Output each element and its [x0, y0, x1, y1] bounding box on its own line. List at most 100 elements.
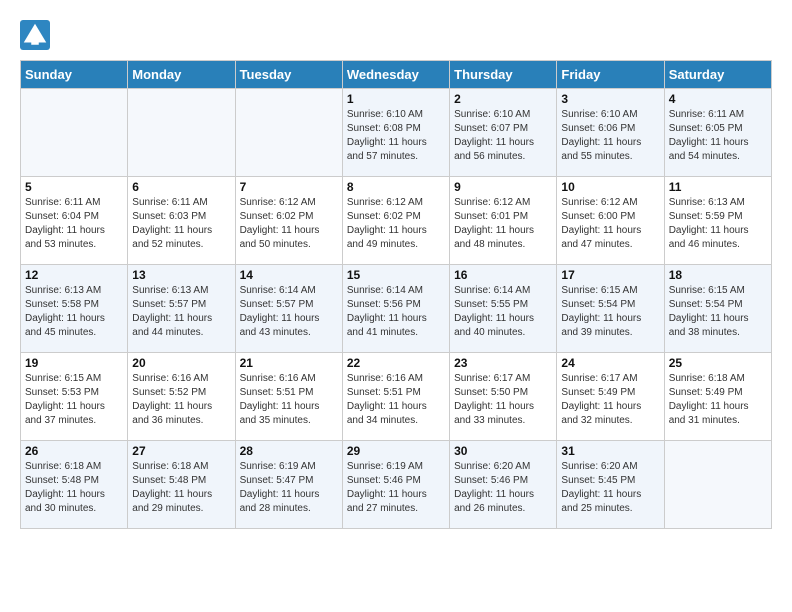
day-number: 12 — [25, 268, 123, 282]
calendar-day-cell: 3 Sunrise: 6:10 AM Sunset: 6:06 PM Daylig… — [557, 89, 664, 177]
day-of-week-header: Saturday — [664, 61, 771, 89]
day-number: 27 — [132, 444, 230, 458]
day-of-week-header: Thursday — [450, 61, 557, 89]
calendar-day-cell: 25Sunrise: 6:18 AM Sunset: 5:49 PM Dayli… — [664, 353, 771, 441]
day-of-week-header: Tuesday — [235, 61, 342, 89]
calendar-day-cell: 21Sunrise: 6:16 AM Sunset: 5:51 PM Dayli… — [235, 353, 342, 441]
day-number: 6 — [132, 180, 230, 194]
day-of-week-header: Sunday — [21, 61, 128, 89]
day-info: Sunrise: 6:12 AM Sunset: 6:00 PM Dayligh… — [561, 196, 659, 252]
calendar-day-cell: 28 Sunrise: 6:19 AM Sunset: 5:47 PM Dayli… — [235, 441, 342, 529]
calendar-day-cell: 14 Sunrise: 6:14 AM Sunset: 5:57 PM Dayli… — [235, 265, 342, 353]
calendar-day-cell: 6 Sunrise: 6:11 AM Sunset: 6:03 PM Daylig… — [128, 177, 235, 265]
day-info: Sunrise: 6:13 AM Sunset: 5:57 PM Dayligh… — [132, 284, 230, 340]
calendar-day-cell: 11 Sunrise: 6:13 AM Sunset: 5:59 PM Dayli… — [664, 177, 771, 265]
day-info: Sunrise: 6:18 AM Sunset: 5:48 PM Dayligh… — [25, 460, 123, 516]
day-info: Sunrise: 6:16 AM Sunset: 5:52 PM Dayligh… — [132, 372, 230, 428]
day-number: 23 — [454, 356, 552, 370]
calendar-week-row: 26 Sunrise: 6:18 AM Sunset: 5:48 PM Dayli… — [21, 441, 772, 529]
day-info: Sunrise: 6:18 AM Sunset: 5:49 PM Dayligh… — [669, 372, 767, 428]
calendar-day-cell: 8 Sunrise: 6:12 AM Sunset: 6:02 PM Daylig… — [342, 177, 449, 265]
calendar-day-cell: 31Sunrise: 6:20 AM Sunset: 5:45 PM Dayli… — [557, 441, 664, 529]
calendar-day-cell: 24Sunrise: 6:17 AM Sunset: 5:49 PM Dayli… — [557, 353, 664, 441]
day-info: Sunrise: 6:15 AM Sunset: 5:54 PM Dayligh… — [561, 284, 659, 340]
day-info: Sunrise: 6:11 AM Sunset: 6:03 PM Dayligh… — [132, 196, 230, 252]
day-number: 8 — [347, 180, 445, 194]
calendar-day-cell — [664, 441, 771, 529]
calendar-week-row: 19Sunrise: 6:15 AM Sunset: 5:53 PM Dayli… — [21, 353, 772, 441]
day-number: 2 — [454, 92, 552, 106]
calendar-day-cell: 17 Sunrise: 6:15 AM Sunset: 5:54 PM Dayli… — [557, 265, 664, 353]
day-number: 5 — [25, 180, 123, 194]
day-info: Sunrise: 6:14 AM Sunset: 5:55 PM Dayligh… — [454, 284, 552, 340]
calendar-day-cell: 12 Sunrise: 6:13 AM Sunset: 5:58 PM Dayli… — [21, 265, 128, 353]
logo-icon — [20, 20, 50, 50]
day-of-week-header: Wednesday — [342, 61, 449, 89]
day-number: 16 — [454, 268, 552, 282]
day-of-week-header: Friday — [557, 61, 664, 89]
day-number: 17 — [561, 268, 659, 282]
day-info: Sunrise: 6:10 AM Sunset: 6:08 PM Dayligh… — [347, 108, 445, 164]
calendar-day-cell — [21, 89, 128, 177]
day-info: Sunrise: 6:19 AM Sunset: 5:47 PM Dayligh… — [240, 460, 338, 516]
calendar-week-row: 5 Sunrise: 6:11 AM Sunset: 6:04 PM Daylig… — [21, 177, 772, 265]
logo — [20, 20, 54, 50]
day-info: Sunrise: 6:10 AM Sunset: 6:06 PM Dayligh… — [561, 108, 659, 164]
day-number: 10 — [561, 180, 659, 194]
day-number: 31 — [561, 444, 659, 458]
day-number: 11 — [669, 180, 767, 194]
calendar-day-cell: 1Sunrise: 6:10 AM Sunset: 6:08 PM Daylig… — [342, 89, 449, 177]
calendar-week-row: 1Sunrise: 6:10 AM Sunset: 6:08 PM Daylig… — [21, 89, 772, 177]
day-info: Sunrise: 6:12 AM Sunset: 6:01 PM Dayligh… — [454, 196, 552, 252]
day-number: 3 — [561, 92, 659, 106]
day-info: Sunrise: 6:13 AM Sunset: 5:59 PM Dayligh… — [669, 196, 767, 252]
day-info: Sunrise: 6:18 AM Sunset: 5:48 PM Dayligh… — [132, 460, 230, 516]
calendar-day-cell: 13 Sunrise: 6:13 AM Sunset: 5:57 PM Dayli… — [128, 265, 235, 353]
day-number: 28 — [240, 444, 338, 458]
calendar-day-cell: 19Sunrise: 6:15 AM Sunset: 5:53 PM Dayli… — [21, 353, 128, 441]
day-info: Sunrise: 6:17 AM Sunset: 5:49 PM Dayligh… — [561, 372, 659, 428]
day-number: 30 — [454, 444, 552, 458]
day-number: 15 — [347, 268, 445, 282]
calendar-day-cell: 15 Sunrise: 6:14 AM Sunset: 5:56 PM Dayli… — [342, 265, 449, 353]
day-number: 29 — [347, 444, 445, 458]
day-number: 9 — [454, 180, 552, 194]
day-number: 19 — [25, 356, 123, 370]
calendar-day-cell: 20 Sunrise: 6:16 AM Sunset: 5:52 PM Dayli… — [128, 353, 235, 441]
calendar-day-cell: 26 Sunrise: 6:18 AM Sunset: 5:48 PM Dayli… — [21, 441, 128, 529]
calendar-day-cell — [128, 89, 235, 177]
day-number: 26 — [25, 444, 123, 458]
day-info: Sunrise: 6:19 AM Sunset: 5:46 PM Dayligh… — [347, 460, 445, 516]
day-info: Sunrise: 6:10 AM Sunset: 6:07 PM Dayligh… — [454, 108, 552, 164]
day-info: Sunrise: 6:20 AM Sunset: 5:46 PM Dayligh… — [454, 460, 552, 516]
day-info: Sunrise: 6:16 AM Sunset: 5:51 PM Dayligh… — [347, 372, 445, 428]
calendar-table: SundayMondayTuesdayWednesdayThursdayFrid… — [20, 60, 772, 529]
day-info: Sunrise: 6:17 AM Sunset: 5:50 PM Dayligh… — [454, 372, 552, 428]
day-number: 18 — [669, 268, 767, 282]
day-number: 14 — [240, 268, 338, 282]
calendar-day-cell: 18Sunrise: 6:15 AM Sunset: 5:54 PM Dayli… — [664, 265, 771, 353]
day-info: Sunrise: 6:14 AM Sunset: 5:56 PM Dayligh… — [347, 284, 445, 340]
calendar-day-cell: 29 Sunrise: 6:19 AM Sunset: 5:46 PM Dayli… — [342, 441, 449, 529]
calendar-week-row: 12 Sunrise: 6:13 AM Sunset: 5:58 PM Dayli… — [21, 265, 772, 353]
day-info: Sunrise: 6:12 AM Sunset: 6:02 PM Dayligh… — [347, 196, 445, 252]
day-info: Sunrise: 6:13 AM Sunset: 5:58 PM Dayligh… — [25, 284, 123, 340]
day-number: 7 — [240, 180, 338, 194]
day-number: 13 — [132, 268, 230, 282]
day-info: Sunrise: 6:14 AM Sunset: 5:57 PM Dayligh… — [240, 284, 338, 340]
calendar-day-cell: 4Sunrise: 6:11 AM Sunset: 6:05 PM Daylig… — [664, 89, 771, 177]
calendar-day-cell: 30 Sunrise: 6:20 AM Sunset: 5:46 PM Dayli… — [450, 441, 557, 529]
calendar-day-cell: 27 Sunrise: 6:18 AM Sunset: 5:48 PM Dayli… — [128, 441, 235, 529]
page-header — [20, 20, 772, 50]
calendar-day-cell: 7Sunrise: 6:12 AM Sunset: 6:02 PM Daylig… — [235, 177, 342, 265]
calendar-header-row: SundayMondayTuesdayWednesdayThursdayFrid… — [21, 61, 772, 89]
day-number: 20 — [132, 356, 230, 370]
calendar-day-cell: 10 Sunrise: 6:12 AM Sunset: 6:00 PM Dayli… — [557, 177, 664, 265]
calendar-day-cell: 22 Sunrise: 6:16 AM Sunset: 5:51 PM Dayli… — [342, 353, 449, 441]
day-info: Sunrise: 6:16 AM Sunset: 5:51 PM Dayligh… — [240, 372, 338, 428]
day-info: Sunrise: 6:11 AM Sunset: 6:04 PM Dayligh… — [25, 196, 123, 252]
calendar-day-cell — [235, 89, 342, 177]
day-number: 22 — [347, 356, 445, 370]
day-of-week-header: Monday — [128, 61, 235, 89]
calendar-day-cell: 23 Sunrise: 6:17 AM Sunset: 5:50 PM Dayli… — [450, 353, 557, 441]
